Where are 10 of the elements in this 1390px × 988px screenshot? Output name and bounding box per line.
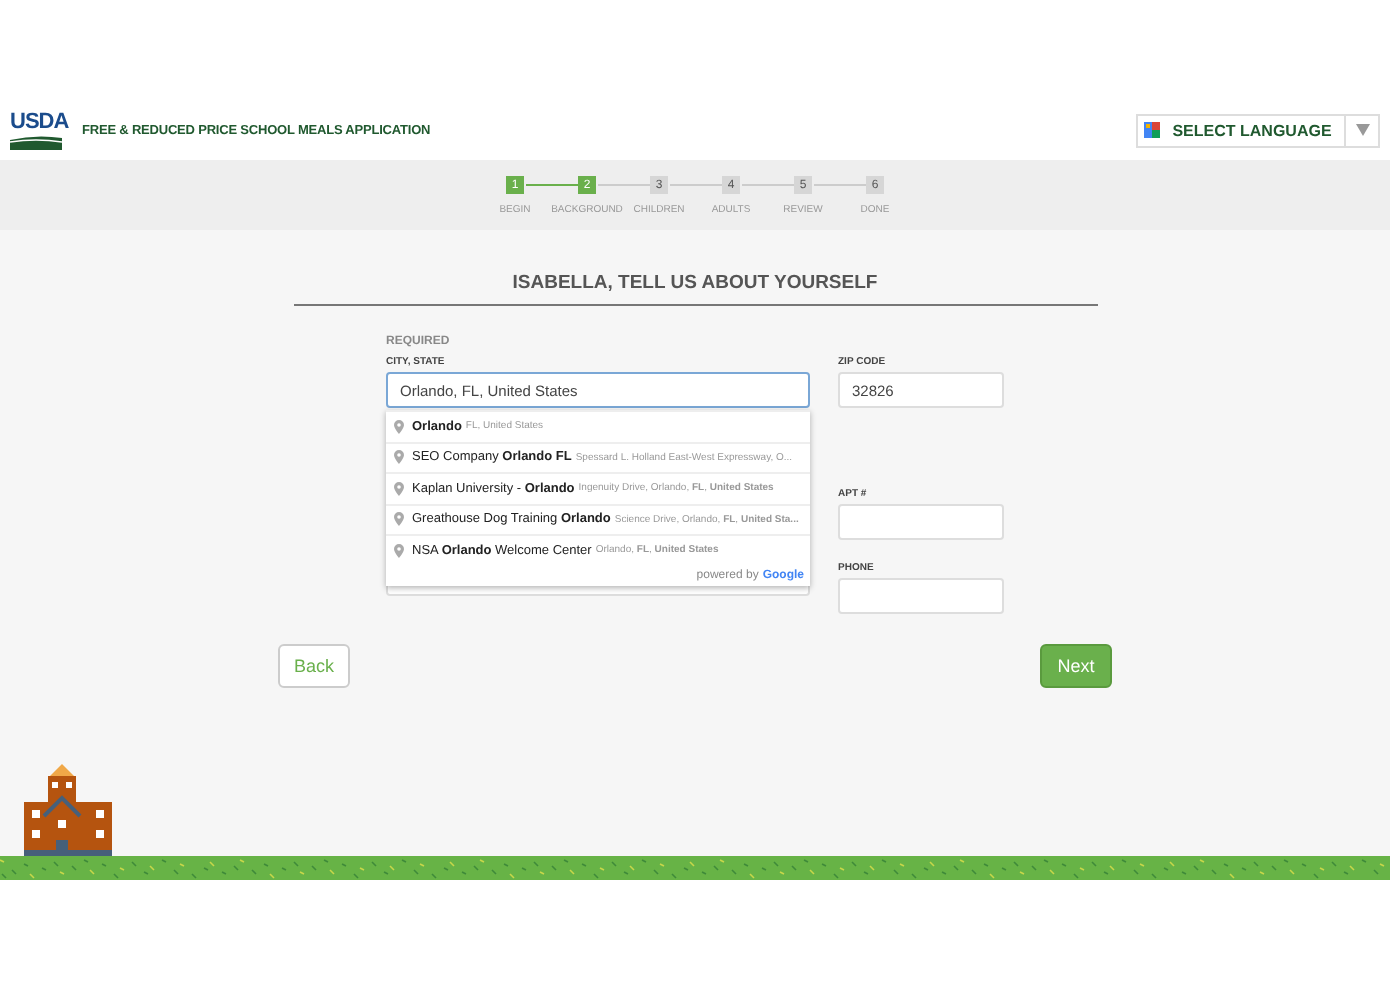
pin-icon — [394, 450, 404, 465]
pin-icon — [394, 512, 404, 527]
language-select[interactable]: SELECT LANGUAGE — [1136, 113, 1380, 147]
page-heading: ISABELLA, TELL US ABOUT YOURSELF — [510, 270, 880, 294]
apt-field[interactable] — [838, 504, 1004, 540]
phone-field[interactable] — [838, 578, 1004, 614]
caret-icon — [1355, 124, 1369, 136]
pin-icon — [394, 543, 404, 558]
pin-icon — [394, 419, 404, 434]
pin-icon — [394, 481, 404, 496]
